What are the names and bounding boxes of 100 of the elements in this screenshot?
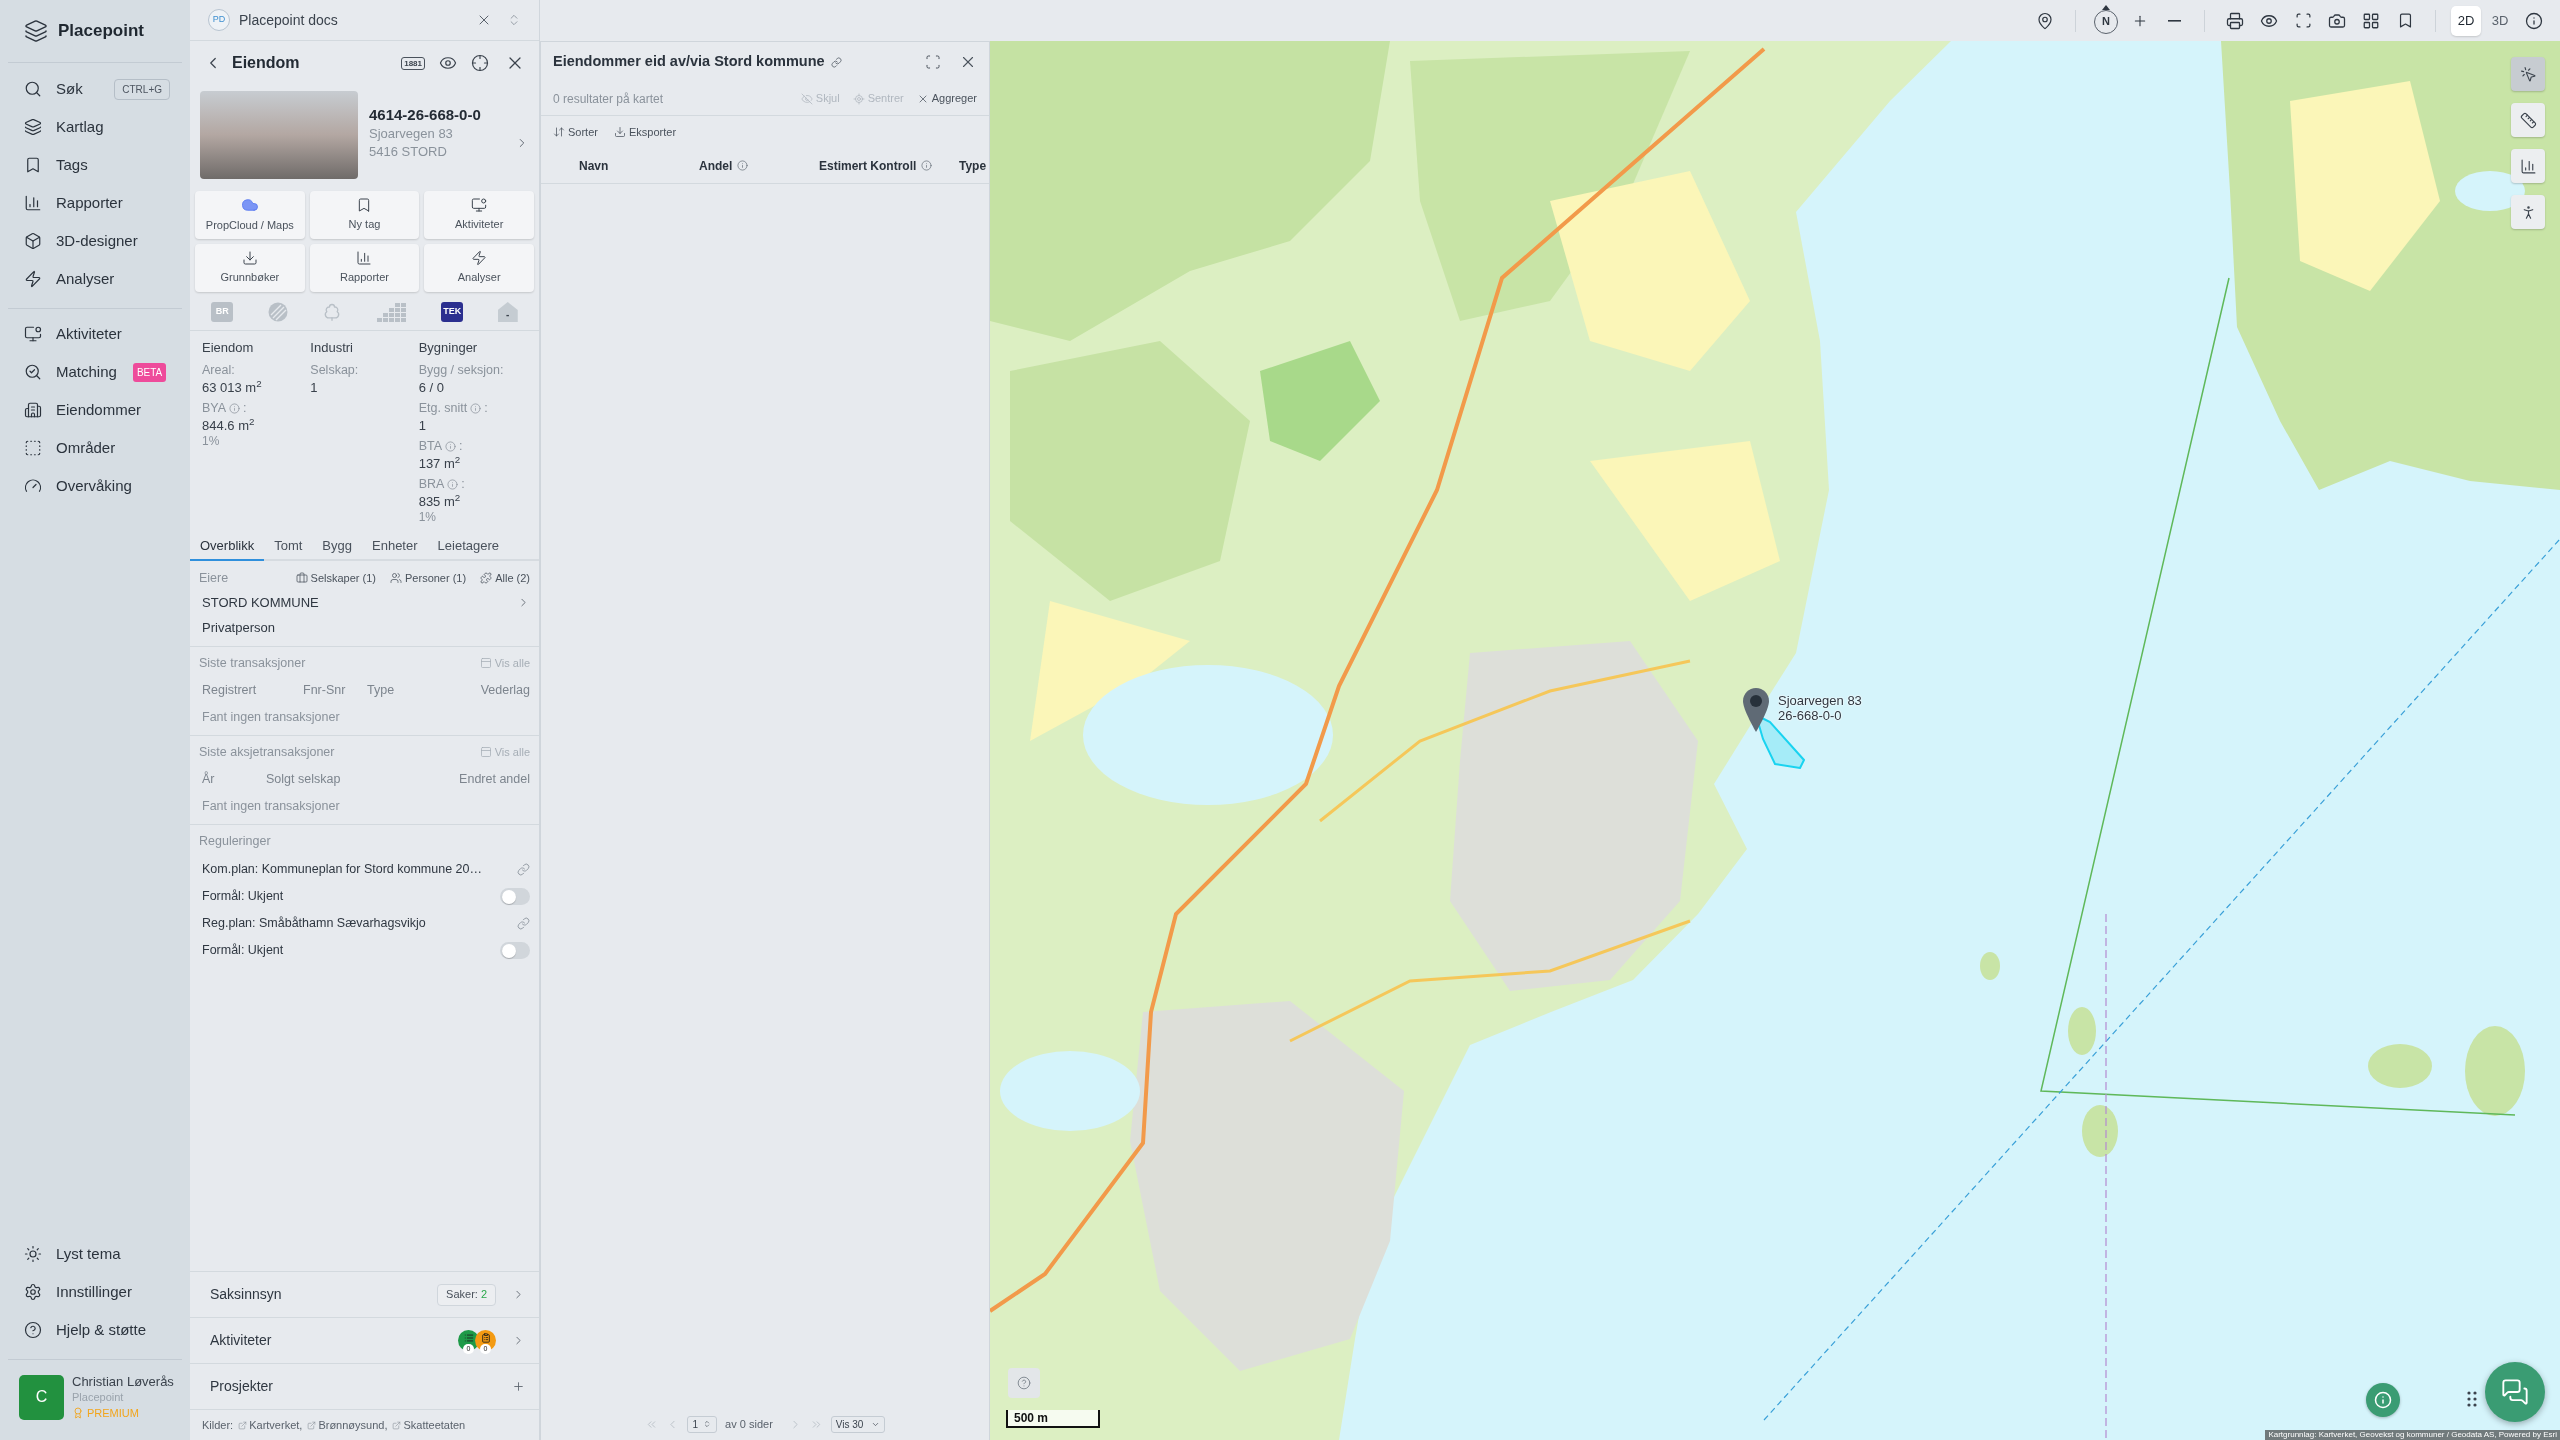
source-link[interactable]: Skatteetaten (392, 1416, 466, 1434)
field-label: Bygg / seksjon: (418, 362, 504, 379)
link-button[interactable] (517, 863, 530, 876)
section-title: Siste transaksjoner (199, 654, 306, 672)
column-header: Vederlag (480, 681, 530, 699)
sidebar-item[interactable]: Lyst tema (24, 1242, 121, 1266)
view-mode-button[interactable]: 2D (2451, 5, 2481, 36)
dashed-square-icon (24, 439, 42, 457)
sun-icon (24, 1245, 42, 1263)
sidebar-item[interactable]: Aktiviteter (24, 322, 122, 346)
map-tool-button[interactable] (2511, 57, 2545, 91)
map-tool-button[interactable] (2511, 149, 2545, 183)
column-header: Andel (699, 157, 733, 175)
magnifier-icon (24, 363, 42, 381)
crosshair-icon (471, 54, 489, 72)
view-mode-button[interactable]: 3D (2485, 5, 2515, 36)
sidebar-item[interactable]: Innstillinger (24, 1280, 132, 1304)
sidebar-item[interactable]: Søk (24, 77, 83, 101)
external-link-icon (238, 1420, 248, 1430)
help-icon (1017, 1376, 1031, 1390)
help-button[interactable] (1008, 1368, 1040, 1398)
page-select[interactable]: 1 (686, 1415, 718, 1433)
building-icon (24, 401, 42, 419)
action-button[interactable]: Ny tag (309, 191, 420, 239)
tab[interactable]: Leietagere (427, 532, 509, 561)
fullscreen-icon (925, 54, 941, 70)
link-button[interactable] (830, 56, 842, 68)
camera-icon (2328, 11, 2346, 30)
sidebar-item[interactable]: 3D-designer (24, 229, 138, 253)
view-button[interactable] (439, 54, 457, 72)
brand-name: Placepoint (58, 20, 144, 43)
puzzle-icon (480, 572, 493, 584)
sidebar-item[interactable]: Områder (24, 436, 116, 460)
cursor-click-icon (2519, 65, 2537, 83)
sidebar-item[interactable]: Kartlag (24, 115, 104, 139)
panel-title: Eiendommer eid av/via Stord kommune (553, 52, 825, 72)
tab[interactable]: Overblikk (190, 532, 265, 561)
info-icon (2525, 11, 2543, 30)
sidebar-item[interactable]: Eiendommer (24, 398, 142, 422)
monitor-icon (471, 197, 488, 214)
action-button[interactable]: Analyser (424, 244, 534, 292)
sidebar-item[interactable]: Hjelp & støtte (24, 1318, 147, 1342)
download-icon (241, 250, 258, 267)
locate-button[interactable] (471, 54, 489, 72)
source-link[interactable]: Kartverket, (238, 1416, 303, 1434)
document-title: Placepoint docs (239, 10, 338, 30)
plan-label: PREMIUM (87, 1406, 139, 1420)
add-button[interactable] (512, 1380, 525, 1393)
section-title: Eiere (199, 569, 229, 587)
document-avatar: PD (208, 9, 230, 31)
map-tool-button[interactable] (2511, 103, 2545, 137)
plus-icon (512, 1380, 525, 1393)
action-button[interactable]: Aktiviteter (424, 191, 534, 239)
sidebar-item[interactable]: Matching (24, 360, 117, 384)
tool-button[interactable]: Sorter (553, 123, 598, 141)
tab[interactable]: Enheter (362, 532, 428, 561)
column-header: Estimert Kontroll (819, 157, 917, 175)
column-header: Fnr-Snr (303, 681, 347, 699)
chat-icon (2501, 1378, 2529, 1406)
action-button[interactable]: Grunnbøker (195, 244, 305, 292)
source-link[interactable]: Brønnøysund, (307, 1416, 388, 1434)
result-action-button[interactable]: Aggreger (916, 90, 977, 107)
field-label: : (459, 438, 463, 455)
toggle-switch[interactable] (500, 942, 530, 959)
map-attribution: Kartgrunnlag: Kartverket, Geovekst og kommuner / Geodata AS, Powered by Esri (2265, 1430, 2560, 1440)
action-button[interactable]: PropCloud / Maps (195, 191, 305, 239)
cases-count: 2 (480, 1287, 487, 1303)
sidebar-item[interactable]: Analyser (24, 267, 115, 291)
filter-button[interactable]: Personer (1) (390, 569, 467, 587)
page-size-select[interactable]: Vis 30 (830, 1415, 886, 1433)
award-icon (72, 1407, 84, 1419)
field-label: : (484, 400, 488, 417)
sidebar-item[interactable]: Overvåking (24, 474, 132, 498)
field-label: BYA (202, 400, 227, 417)
section-title: Prosjekter (210, 1377, 274, 1396)
fullscreen-button[interactable] (925, 54, 941, 70)
owner-row[interactable]: STORD KOMMUNE (199, 590, 530, 615)
tab[interactable]: Tomt (264, 532, 313, 561)
tool-button[interactable]: Eksporter (613, 123, 677, 141)
directory-button[interactable]: 1881 (401, 56, 425, 70)
map-tool-button[interactable] (2511, 195, 2545, 229)
regulation-text: Kom.plan: Kommuneplan for Stord kommune 20… (202, 861, 482, 879)
action-button[interactable]: Rapporter (309, 244, 420, 292)
filter-button[interactable]: Selskaper (1) (295, 569, 376, 587)
chat-button[interactable] (2485, 1362, 2545, 1422)
sidebar-item[interactable]: Rapporter (24, 191, 123, 215)
tab[interactable]: Bygg (312, 532, 362, 561)
filter-button[interactable]: Alle (2) (480, 569, 530, 587)
owner-row[interactable]: Privatperson (199, 615, 530, 640)
link-button[interactable] (517, 917, 530, 930)
field-label: Selskap: (310, 362, 359, 379)
field-value: 63 013 m$^{2}$ (202, 379, 263, 396)
field-value: 1 (418, 417, 427, 434)
help-icon (24, 1321, 42, 1339)
sidebar-item[interactable]: Tags (24, 153, 88, 177)
house-badge: - (497, 302, 518, 322)
bar-chart-icon (356, 250, 373, 267)
eye-off-icon (800, 92, 813, 105)
section-title: Saksinnsyn (210, 1285, 282, 1304)
toggle-switch[interactable] (500, 888, 530, 905)
